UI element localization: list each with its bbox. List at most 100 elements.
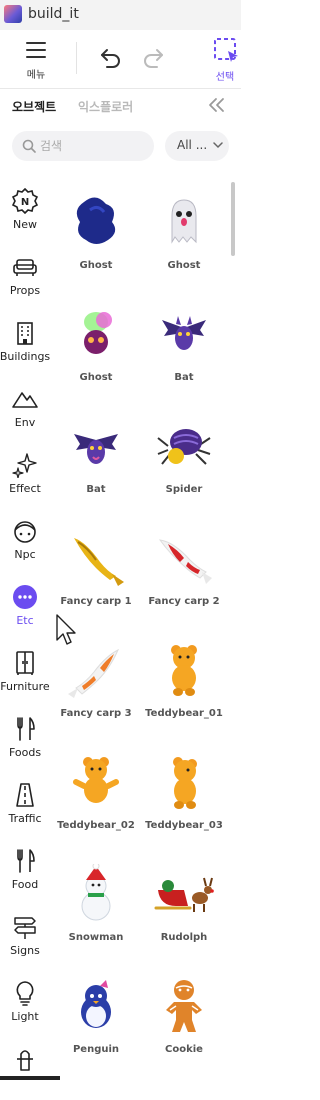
category-light[interactable]: Light — [0, 974, 50, 1034]
category-props[interactable]: Props — [0, 248, 50, 308]
category-label: Furniture — [0, 680, 50, 693]
category-new[interactable]: N New — [0, 182, 50, 242]
select-tool-button[interactable]: 선택 — [210, 36, 242, 86]
category-label: Npc — [14, 548, 36, 561]
category-label: Signs — [10, 944, 40, 957]
object-label: Snowman — [68, 932, 124, 943]
category-traffic[interactable]: Traffic — [0, 776, 50, 836]
object-item[interactable]: Bat — [140, 294, 228, 406]
object-item[interactable]: Spider — [140, 406, 228, 518]
category-food[interactable]: Food — [0, 842, 50, 902]
category-label: Light — [11, 1010, 39, 1023]
scrollbar-thumb[interactable] — [231, 182, 235, 256]
category-signs[interactable]: Signs — [0, 908, 50, 968]
object-label: Cookie — [165, 1044, 203, 1055]
ghost-dark-icon — [76, 197, 116, 244]
object-item[interactable]: Fancy carp 2 — [140, 518, 228, 630]
category-npc[interactable]: Npc — [0, 512, 50, 572]
bat-icon — [162, 316, 206, 350]
object-item[interactable]: Penguin — [52, 966, 140, 1078]
carp-red-white-icon — [158, 539, 212, 584]
category-label: Food — [11, 878, 39, 891]
category-label: Etc — [16, 614, 34, 627]
category-sidebar: N New Props Buildings Env Effect Npc Etc… — [0, 182, 50, 1080]
object-label: Teddybear_02 — [57, 820, 135, 831]
grid-scrollbar[interactable] — [230, 182, 236, 1080]
redo-button[interactable] — [140, 46, 166, 70]
select-label: 선택 — [215, 72, 235, 83]
search-box[interactable] — [12, 131, 154, 161]
new-badge-icon: N — [12, 188, 38, 214]
tab-objects[interactable]: 오브젝트 — [12, 98, 56, 115]
search-icon — [22, 139, 36, 153]
category-furniture[interactable]: Furniture — [0, 644, 50, 704]
toolbar-divider — [76, 42, 77, 74]
undo-button[interactable] — [98, 46, 124, 70]
hamburger-icon — [26, 42, 46, 58]
category-label: New — [13, 218, 37, 231]
menu-button[interactable]: 메뉴 — [16, 40, 56, 84]
ghost-white-icon — [171, 199, 197, 244]
object-item[interactable]: Cookie — [140, 966, 228, 1078]
object-label: Teddybear_03 — [145, 820, 223, 831]
object-item[interactable]: Teddybear_01 — [140, 630, 228, 742]
signpost-icon — [14, 917, 36, 939]
category-effect[interactable]: Effect — [0, 446, 50, 506]
object-item[interactable]: Rudolph — [140, 854, 228, 966]
category-buildings[interactable]: Buildings — [0, 314, 50, 374]
building-icon — [17, 322, 33, 345]
object-label: Penguin — [72, 1044, 120, 1055]
road-icon — [16, 783, 34, 807]
chevron-down-icon — [213, 142, 223, 149]
search-input[interactable] — [40, 136, 140, 156]
object-label: Teddybear_01 — [145, 708, 223, 719]
object-item[interactable]: Ghost — [52, 182, 140, 294]
penguin-icon — [81, 980, 111, 1028]
category-label: Env — [14, 416, 36, 429]
carp-gold-icon — [74, 538, 124, 586]
rudolph-sleigh-icon — [154, 877, 214, 912]
collapse-panel-button[interactable] — [206, 96, 228, 116]
tab-explorer[interactable]: 익스플로러 — [78, 98, 133, 115]
undo-icon — [101, 49, 120, 68]
object-label: Fancy carp 1 — [60, 596, 132, 607]
teddybear-icon — [73, 757, 119, 803]
redo-icon — [144, 49, 163, 68]
category-foods[interactable]: Foods — [0, 710, 50, 770]
teddybear-icon — [173, 757, 197, 809]
app-title: build_it — [28, 6, 79, 22]
category-filter-dropdown[interactable]: All ... — [165, 131, 229, 161]
object-grid: Ghost Ghost Ghost Bat Bat Spider Fancy c… — [52, 182, 228, 1080]
category-etc[interactable]: Etc — [0, 578, 50, 638]
category-more[interactable] — [0, 1040, 50, 1100]
hydrant-icon — [17, 1050, 33, 1071]
object-label: Bat — [174, 372, 194, 383]
bottom-edge-bar — [0, 1076, 60, 1080]
object-item[interactable]: Ghost — [140, 182, 228, 294]
object-item[interactable]: Bat — [52, 406, 140, 518]
object-item[interactable]: Ghost — [52, 294, 140, 406]
object-item[interactable]: Teddybear_03 — [140, 742, 228, 854]
mouse-cursor-icon — [56, 614, 76, 645]
title-bar: build_it — [0, 0, 241, 30]
toolbar: 메뉴 선택 — [0, 30, 241, 89]
object-item[interactable]: Teddybear_02 — [52, 742, 140, 854]
category-env[interactable]: Env — [0, 380, 50, 440]
menu-label: 메뉴 — [26, 70, 46, 81]
panel-tabs: 오브젝트 익스플로러 — [0, 90, 241, 126]
svg-text:N: N — [21, 197, 29, 208]
npc-face-icon — [14, 521, 36, 543]
category-label: Buildings — [0, 350, 51, 363]
snowman-icon — [81, 864, 111, 921]
category-label: Effect — [9, 482, 41, 495]
object-label: Fancy carp 3 — [60, 708, 132, 719]
category-label: Traffic — [8, 812, 42, 825]
teddybear-icon — [171, 645, 197, 696]
object-label: Rudolph — [160, 932, 208, 943]
ghost-purple-icon — [84, 312, 112, 354]
object-label: Ghost — [167, 260, 201, 271]
spider-icon — [157, 429, 211, 465]
fork-knife-icon — [17, 849, 35, 873]
gingerbread-cookie-icon — [166, 980, 202, 1032]
object-item[interactable]: Snowman — [52, 854, 140, 966]
